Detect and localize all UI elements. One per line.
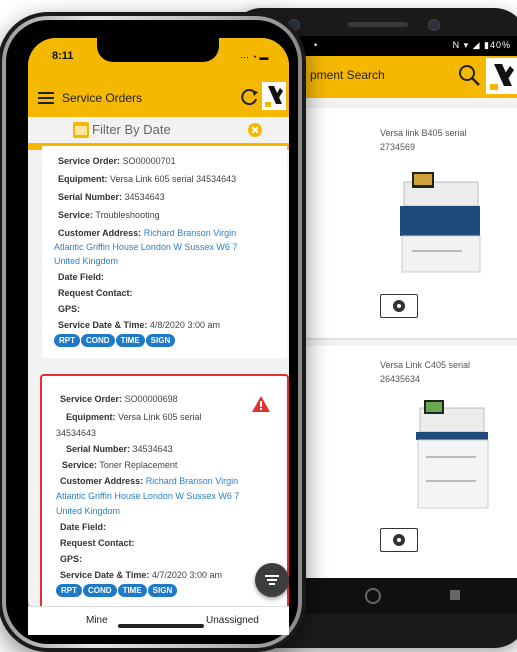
android-home-icon[interactable] (365, 588, 381, 604)
android-speaker (348, 22, 408, 27)
datetime-label: Service Date & Time: (58, 320, 148, 330)
address-link[interactable]: United Kingdom (56, 506, 120, 516)
address-label: Customer Address: (60, 476, 144, 486)
filter-fab-button[interactable] (255, 563, 289, 597)
android-sensor-icon (428, 19, 440, 31)
search-icon[interactable] (457, 63, 481, 87)
service-order-card[interactable]: Service Order: SO00000701 Equipment: Ver… (42, 146, 287, 358)
address-link[interactable]: United Kingdom (54, 256, 118, 266)
home-indicator (118, 624, 204, 628)
serial-label: Serial Number: (58, 192, 123, 202)
refresh-icon[interactable] (240, 87, 260, 107)
android-recents-icon[interactable] (450, 590, 460, 600)
menu-icon[interactable] (38, 92, 54, 104)
address-link[interactable]: Richard Branson Virgin (144, 228, 236, 238)
iphone-notch (97, 38, 219, 62)
service-value: Troubleshooting (95, 210, 160, 220)
android-page-title: pment Search (310, 68, 385, 82)
serial-label: Serial Number: (66, 444, 131, 454)
service-label: Service: (58, 210, 94, 220)
tag-group: RPT COND TIME SIGN (56, 584, 178, 597)
tag-sign[interactable]: SIGN (145, 334, 176, 347)
product-card[interactable]: Versa Link C405 serial 26435634 (300, 346, 517, 578)
request-contact-label: Request Contact: (58, 288, 133, 298)
warning-icon (252, 396, 270, 412)
view-product-button[interactable] (380, 528, 418, 552)
printer-image (416, 400, 489, 509)
gps-label: GPS: (60, 554, 83, 564)
equipment-label: Equipment: (58, 174, 108, 184)
address-link[interactable]: Richard Branson Virgin (146, 476, 238, 486)
brand-logo-icon (262, 82, 286, 110)
product-name: Versa link B405 serial 2734569 (380, 128, 467, 152)
service-order-label: Service Order: (58, 156, 121, 166)
tab-unassigned[interactable]: Unassigned (206, 615, 259, 626)
printer-image (400, 172, 481, 273)
request-contact-label: Request Contact: (60, 538, 135, 548)
brand-logo-icon (486, 58, 517, 94)
status-time: 8:11 (52, 50, 74, 62)
equipment-value-cont: 34534643 (56, 428, 97, 438)
datetime-label: Service Date & Time: (60, 570, 150, 580)
service-label: Service: (62, 460, 98, 470)
equipment-value: Versa Link 605 serial 34534643 (110, 174, 237, 184)
tag-cond[interactable]: COND (81, 334, 115, 347)
android-status-dot: • (314, 40, 318, 50)
address-link[interactable]: Atlantic Griffin House London W Sussex W… (56, 491, 239, 501)
service-order-card[interactable]: Service Order: SO00000698 Equipment: Ver… (40, 374, 289, 608)
clear-filter-icon[interactable] (248, 123, 262, 137)
bottom-tab-bar: Mine Unassigned (28, 606, 289, 635)
tag-cond[interactable]: COND (83, 584, 117, 597)
service-order-number: SO00000701 (122, 156, 176, 166)
tab-mine[interactable]: Mine (86, 615, 108, 626)
service-order-label: Service Order: (60, 394, 123, 404)
calendar-icon[interactable] (73, 122, 89, 138)
product-name: Versa Link C405 serial 26435634 (380, 360, 471, 384)
tag-time[interactable]: TIME (117, 584, 147, 597)
android-status-icons: N ▾ ◢ ▮40% (452, 40, 511, 50)
datetime-value: 4/8/2020 3:00 am (149, 320, 220, 330)
filter-by-date-label[interactable]: Filter By Date (92, 122, 171, 137)
page-title: Service Orders (62, 91, 143, 105)
status-icons: ⋯ ◔ ▬ (240, 52, 269, 62)
tag-group: RPT COND TIME SIGN (54, 334, 176, 347)
view-product-button[interactable] (380, 294, 418, 318)
serial-value: 34534643 (132, 444, 173, 454)
product-card[interactable]: Versa link B405 serial 2734569 (300, 108, 517, 338)
tag-sign[interactable]: SIGN (147, 584, 178, 597)
service-value: Toner Replacement (99, 460, 178, 470)
date-field-label: Date Field: (58, 272, 105, 282)
equipment-value: Versa Link 605 serial (118, 412, 202, 422)
datetime-value: 4/7/2020 3:00 am (151, 570, 222, 580)
tag-rpt[interactable]: RPT (56, 584, 82, 597)
serial-value: 34534643 (124, 192, 165, 202)
tag-rpt[interactable]: RPT (54, 334, 80, 347)
address-label: Customer Address: (58, 228, 142, 238)
date-field-label: Date Field: (60, 522, 107, 532)
android-status-bar: • N ▾ ◢ ▮40% (270, 36, 517, 56)
service-order-number: SO00000698 (124, 394, 178, 404)
address-link[interactable]: Atlantic Griffin House London W Sussex W… (54, 242, 237, 252)
gps-label: GPS: (58, 304, 81, 314)
tag-time[interactable]: TIME (115, 334, 145, 347)
android-nav-bar (270, 578, 517, 614)
equipment-label: Equipment: (66, 412, 116, 422)
